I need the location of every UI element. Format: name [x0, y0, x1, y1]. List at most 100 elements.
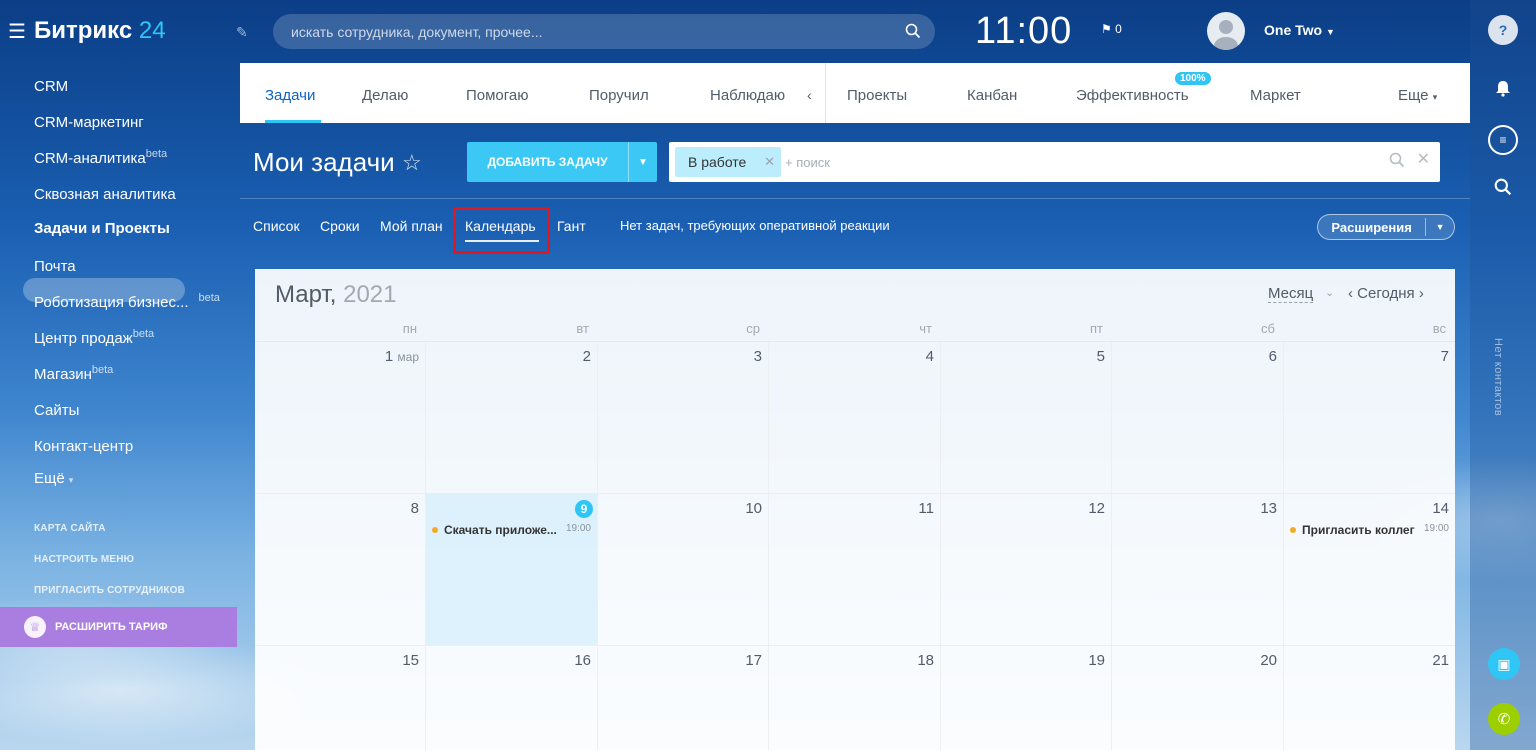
tab-tasks[interactable]: Задачи — [265, 87, 315, 104]
user-menu[interactable]: One Two ▼ — [1264, 22, 1335, 38]
weekday-label: чт — [919, 321, 932, 336]
sidebar-item-tasks[interactable]: Задачи и Проекты — [34, 218, 170, 237]
view-deadlines[interactable]: Сроки — [320, 218, 360, 234]
day-cell[interactable]: 13 — [1112, 494, 1284, 646]
search-input[interactable] — [291, 14, 891, 49]
day-cell[interactable]: 12 — [941, 494, 1112, 646]
chevron-down-icon[interactable]: ▼ — [629, 157, 657, 168]
tab-more[interactable]: Еще ▾ — [1398, 87, 1437, 104]
sidebar-item-mail[interactable]: Почта — [34, 256, 76, 275]
calendar-title: Март, 2021 — [275, 281, 397, 308]
calendar-event[interactable]: Пригласить коллег 19:00 — [1290, 523, 1449, 539]
filter-search-input[interactable] — [785, 150, 1285, 174]
next-month-icon[interactable]: › — [1419, 285, 1424, 302]
today-cell[interactable]: 9 Скачать приложе... 19:00 — [426, 494, 598, 646]
configure-menu-link[interactable]: Настроить меню — [34, 554, 134, 565]
today-nav: ‹ Сегодня › — [1348, 285, 1424, 302]
sidebar-item-sites[interactable]: Сайты — [34, 400, 79, 419]
view-my-plan[interactable]: Мой план — [380, 218, 443, 234]
filter-chip[interactable]: В работе ✕ — [675, 147, 781, 177]
tab-market[interactable]: Маркет — [1250, 87, 1301, 104]
calendar-event[interactable]: Скачать приложе... 19:00 — [432, 523, 591, 539]
chevron-left-icon[interactable]: ‹ — [807, 87, 812, 103]
phone-icon[interactable]: ✆ — [1488, 703, 1520, 735]
weekday-label: пн — [402, 321, 417, 336]
day-cell[interactable]: 3 — [598, 342, 769, 494]
day-cell[interactable]: 7 — [1284, 342, 1455, 494]
tab-watching[interactable]: Наблюдаю — [710, 87, 785, 104]
star-icon[interactable]: ☆ — [402, 150, 422, 176]
avatar[interactable] — [1207, 12, 1245, 50]
sidebar-item-more[interactable]: Ещё ▾ — [34, 470, 73, 487]
search-box — [273, 14, 935, 49]
upgrade-plan-button[interactable]: ♕ Расширить тариф — [0, 607, 237, 647]
day-cell[interactable]: 19 — [941, 646, 1112, 750]
tab-assigned[interactable]: Поручил — [589, 87, 649, 104]
sidebar-item-contact-center[interactable]: Контакт-центр — [34, 436, 133, 455]
view-list[interactable]: Список — [253, 218, 300, 234]
chevron-down-icon: ▾ — [68, 475, 74, 485]
extensions-button[interactable]: Расширения ▼ — [1317, 214, 1455, 240]
crown-icon: ♕ — [24, 616, 46, 638]
rail-search-icon[interactable] — [1488, 172, 1518, 202]
efficiency-badge: 100% — [1175, 72, 1211, 85]
sidebar-item-sales-center[interactable]: Центр продажbeta — [34, 328, 154, 347]
invite-employees-link[interactable]: Пригласить сотрудников — [34, 585, 185, 596]
add-task-button[interactable]: Добавить задачу ▼ — [467, 142, 657, 182]
clock[interactable]: 11:00 — [975, 10, 1072, 53]
sidebar-item-robotization[interactable]: Роботизация бизнес... beta — [34, 292, 220, 311]
search-icon[interactable] — [1389, 152, 1405, 168]
edit-pencil-icon[interactable]: ✎ — [236, 24, 248, 41]
day-cell[interactable]: 15 — [255, 646, 426, 750]
day-cell[interactable]: 16 — [426, 646, 598, 750]
day-cell[interactable]: 21 — [1284, 646, 1455, 750]
view-mode-select[interactable]: Месяц — [1268, 285, 1314, 303]
sidebar-item-crm-marketing[interactable]: CRM-маркетинг — [34, 112, 144, 131]
day-cell[interactable]: 17 — [598, 646, 769, 750]
chat-icon[interactable]: ≡ — [1488, 125, 1518, 155]
logo[interactable]: Битрикс 24 — [34, 17, 166, 45]
chevron-down-icon[interactable]: ⌄ — [1325, 286, 1334, 299]
day-cell[interactable]: 10 — [598, 494, 769, 646]
calendar-header: Март, 2021 Месяц ⌄ ‹ Сегодня › пн вт ср … — [255, 269, 1455, 342]
event-dot — [1290, 527, 1296, 533]
clear-icon[interactable]: ✕ — [1417, 152, 1430, 168]
screen-share-icon[interactable]: ▣ — [1488, 648, 1520, 680]
tasks-tabs-bar: Задачи Делаю Помогаю Поручил Наблюдаю ‹ … — [240, 63, 1470, 123]
day-cell[interactable]: 6 — [1112, 342, 1284, 494]
weekday-label: вт — [576, 321, 589, 336]
tab-helping[interactable]: Помогаю — [466, 87, 529, 104]
day-cell[interactable]: 11 — [769, 494, 941, 646]
tab-efficiency[interactable]: Эффективность — [1076, 87, 1189, 104]
sidebar-item-end-to-end-analytics[interactable]: Сквозная аналитика — [34, 184, 176, 203]
tab-doing[interactable]: Делаю — [362, 87, 408, 104]
help-icon[interactable]: ? — [1488, 15, 1518, 45]
page-title: Мои задачи — [253, 147, 395, 177]
close-icon[interactable]: ✕ — [764, 147, 775, 177]
sitemap-link[interactable]: Карта сайта — [34, 523, 106, 534]
tab-projects[interactable]: Проекты — [847, 87, 907, 104]
sidebar-item-shop[interactable]: Магазинbeta — [34, 364, 113, 383]
weekday-label: пт — [1090, 321, 1103, 336]
search-icon[interactable] — [905, 23, 921, 39]
day-cell[interactable]: 5 — [941, 342, 1112, 494]
sidebar-item-crm-analytics[interactable]: CRM-аналитикаbeta — [34, 148, 167, 167]
filter-box: В работе✕ ✕ — [669, 142, 1440, 182]
sidebar-item-crm[interactable]: CRM — [34, 76, 68, 95]
day-cell[interactable]: 1 мар — [255, 342, 426, 494]
day-cell[interactable]: 2 — [426, 342, 598, 494]
today-button[interactable]: Сегодня — [1357, 285, 1415, 302]
flag-counter[interactable]: ⚑ 0 — [1101, 22, 1122, 36]
tab-kanban[interactable]: Канбан — [967, 87, 1017, 104]
menu-icon[interactable]: ☰ — [8, 22, 26, 42]
bell-icon[interactable] — [1488, 73, 1518, 103]
day-cell[interactable]: 18 — [769, 646, 941, 750]
day-cell[interactable]: 4 — [769, 342, 941, 494]
day-cell[interactable]: 8 — [255, 494, 426, 646]
chevron-down-icon[interactable]: ▼ — [1426, 222, 1454, 232]
day-cell[interactable]: 20 — [1112, 646, 1284, 750]
prev-month-icon[interactable]: ‹ — [1348, 285, 1353, 302]
view-gantt[interactable]: Гант — [557, 218, 586, 234]
day-cell[interactable]: 14 Пригласить коллег 19:00 — [1284, 494, 1455, 646]
no-contacts-label: Нет контактов — [1492, 338, 1504, 417]
